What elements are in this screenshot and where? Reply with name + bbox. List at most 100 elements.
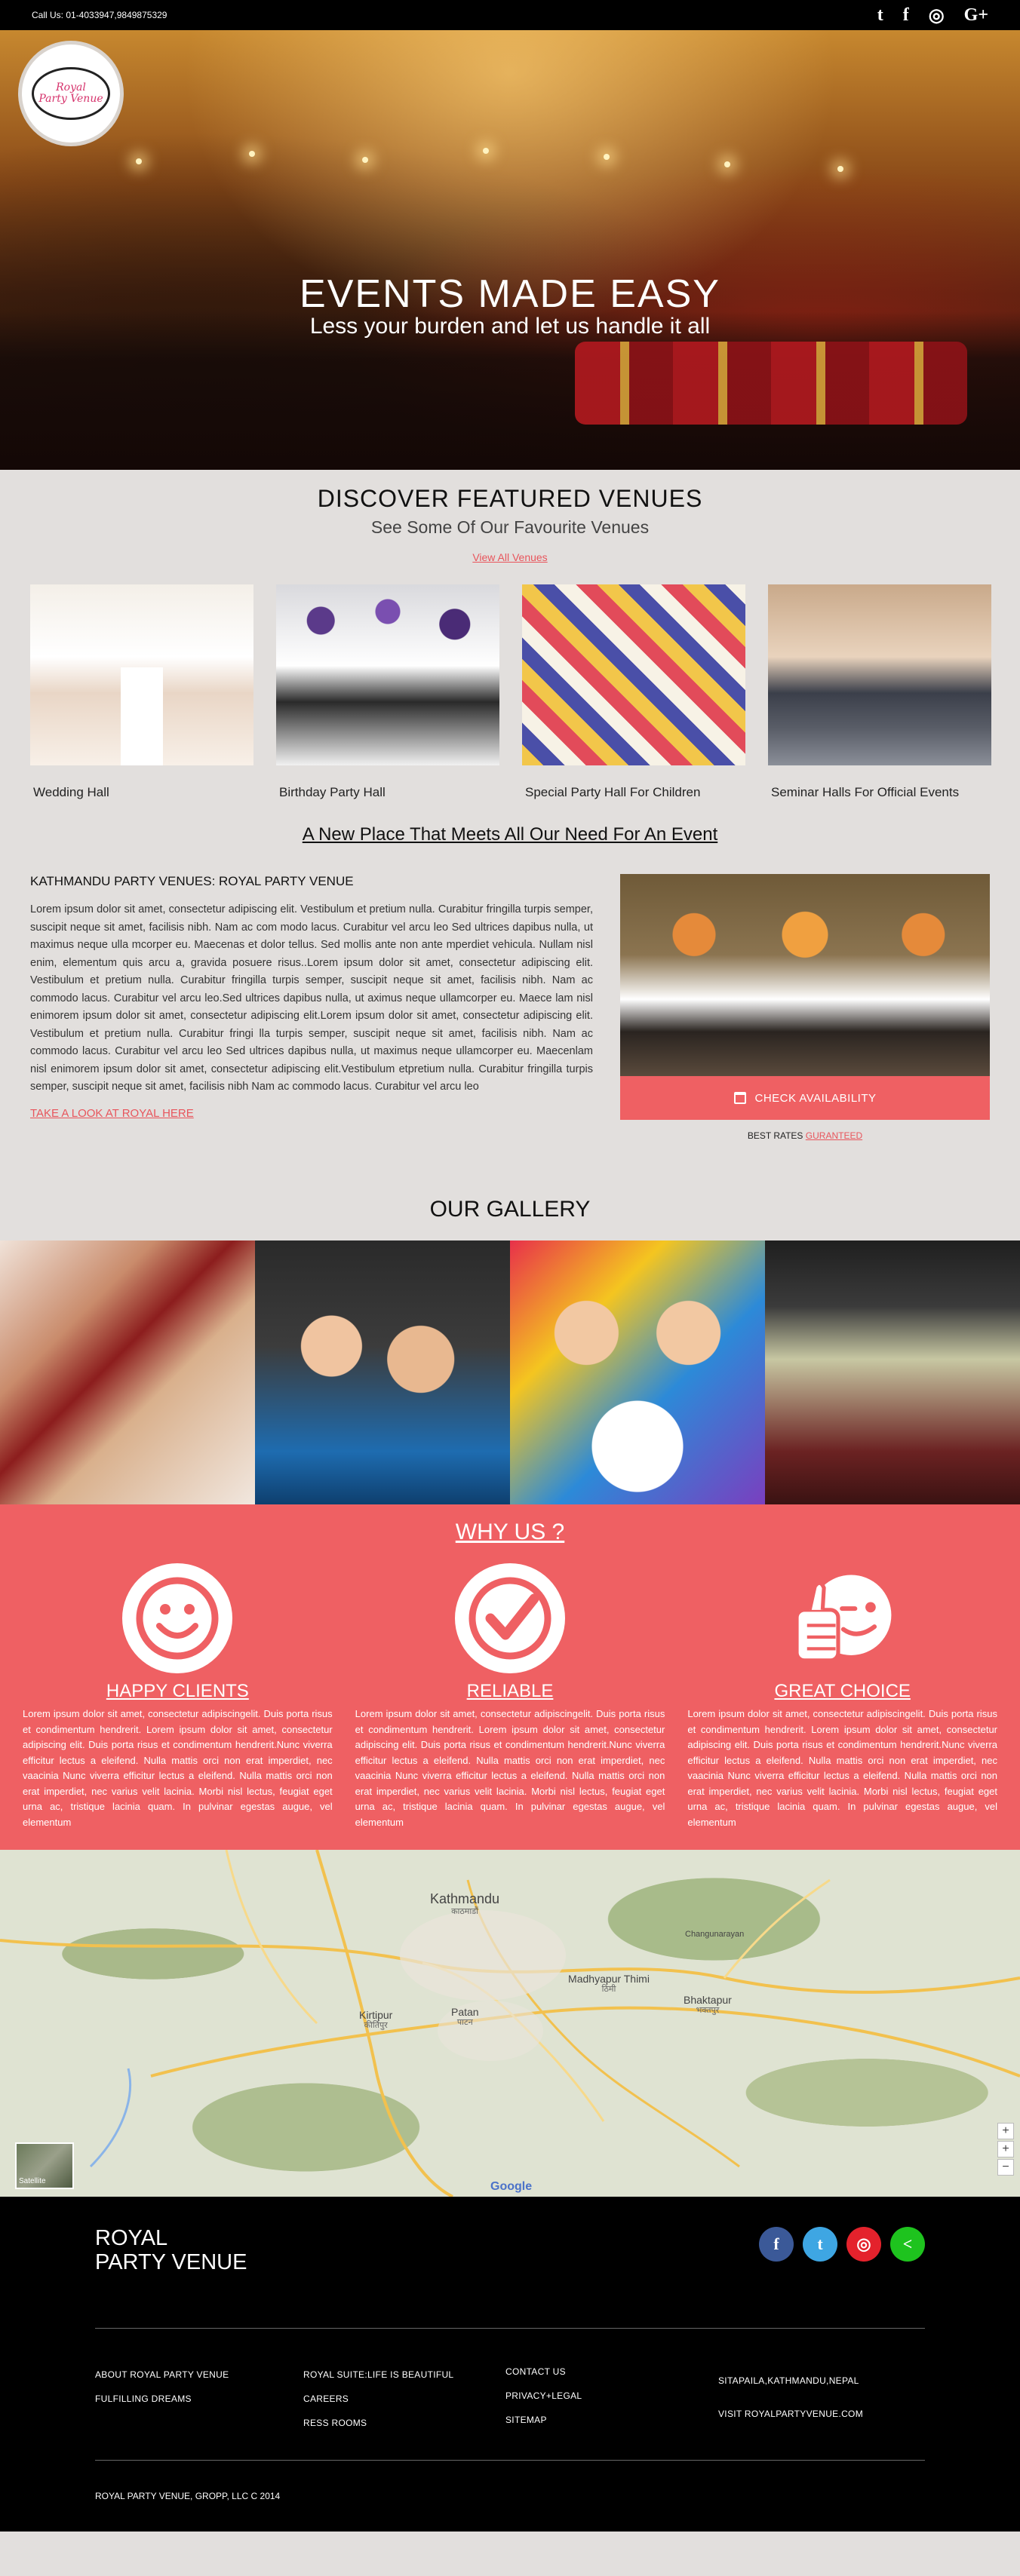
google-plus-icon[interactable]: G+ bbox=[964, 5, 988, 26]
map-label-bhaktapur: Bhaktapur भक्तपुर bbox=[684, 1994, 732, 2016]
google-logo: Google bbox=[490, 2180, 533, 2193]
gallery-image-wedding-hands[interactable] bbox=[0, 1240, 255, 1504]
footer-col-address: SITAPAILA,KATHMANDU,NEPAL VISIT ROYALPAR… bbox=[718, 2366, 863, 2428]
venue-card[interactable]: Special Party Hall For Children bbox=[522, 584, 745, 800]
about-section: KATHMANDU PARTY VENUES: ROYAL PARTY VENU… bbox=[0, 874, 1020, 1141]
venue-list: Wedding Hall Birthday Party Hall Special… bbox=[0, 584, 1020, 800]
patan-name: Patan bbox=[451, 2006, 479, 2018]
instagram-icon[interactable]: ◎ bbox=[929, 5, 945, 26]
satellite-toggle[interactable]: Satellite bbox=[15, 2142, 74, 2189]
top-social-links: t f ◎ G+ bbox=[877, 5, 988, 26]
why-item-title: HAPPY CLIENTS bbox=[106, 1681, 249, 1701]
venue-label[interactable]: Wedding Hall bbox=[30, 785, 253, 800]
footer-link-rooms[interactable]: RESS ROOMS bbox=[303, 2418, 505, 2428]
venue-label[interactable]: Special Party Hall For Children bbox=[522, 785, 745, 800]
why-item-title: GREAT CHOICE bbox=[774, 1681, 911, 1701]
footer-link-careers[interactable]: CAREERS bbox=[303, 2394, 505, 2404]
footer-link-website[interactable]: VISIT ROYALPARTYVENUE.COM bbox=[718, 2409, 863, 2419]
about-title: KATHMANDU PARTY VENUES: ROYAL PARTY VENU… bbox=[30, 874, 354, 888]
map-label-madhyapur: Madhyapur Thimi ठिमी bbox=[567, 1973, 650, 1994]
location-map[interactable]: Kathmandu काठमाडौं Kirtipur कीर्तिपुर Pa… bbox=[0, 1850, 1020, 2197]
bhaktapur-name-np: भक्तपुर bbox=[696, 2006, 720, 2016]
site-footer: ROYAL PARTY VENUE f t ◎ < ABOUT ROYAL PA… bbox=[0, 2197, 1020, 2532]
new-place-section: A New Place That Meets All Our Need For … bbox=[0, 824, 1020, 845]
facebook-icon[interactable]: f bbox=[903, 5, 909, 26]
hero-banner: Royal Party Venue EVENTS MADE EASY Less … bbox=[0, 30, 1020, 470]
footer-address: SITAPAILA,KATHMANDU,NEPAL bbox=[718, 2375, 859, 2386]
twitter-icon[interactable]: t bbox=[877, 5, 883, 26]
share-icon[interactable]: < bbox=[890, 2227, 925, 2262]
kirtipur-name: Kirtipur bbox=[359, 2009, 393, 2021]
footer-link-dreams[interactable]: FULFILLING DREAMS bbox=[95, 2394, 303, 2404]
footer-social-links: f t ◎ < bbox=[759, 2227, 925, 2262]
footer-link-about[interactable]: ABOUT ROYAL PARTY VENUE bbox=[95, 2369, 303, 2380]
gallery-images bbox=[0, 1240, 1020, 1504]
zoom-out-button[interactable]: − bbox=[997, 2159, 1014, 2176]
footer-link-privacy[interactable]: PRIVACY+LEGAL bbox=[505, 2390, 718, 2401]
venue-label[interactable]: Birthday Party Hall bbox=[276, 785, 499, 800]
facebook-icon[interactable]: f bbox=[759, 2227, 794, 2262]
footer-col-about: ABOUT ROYAL PARTY VENUE FULFILLING DREAM… bbox=[95, 2366, 303, 2428]
footer-links: ABOUT ROYAL PARTY VENUE FULFILLING DREAM… bbox=[95, 2366, 925, 2428]
check-availability-button[interactable]: CHECK AVAILABILITY bbox=[620, 1076, 990, 1120]
thumbs-up-wink-icon bbox=[788, 1563, 898, 1673]
gallery-image-kids-birthday[interactable] bbox=[510, 1240, 765, 1504]
zoom-in-button[interactable]: + bbox=[997, 2123, 1014, 2139]
hero-title: EVENTS MADE EASY bbox=[300, 272, 720, 316]
gallery-image-party-friends[interactable] bbox=[255, 1240, 510, 1504]
venue-card[interactable]: Wedding Hall bbox=[30, 584, 253, 800]
footer-col-suite: ROYAL SUITE:LIFE IS BEAUTIFUL CAREERS RE… bbox=[303, 2366, 505, 2428]
why-item-title: RELIABLE bbox=[466, 1681, 554, 1701]
logo-badge: Royal Party Venue bbox=[32, 67, 110, 120]
footer-top: ROYAL PARTY VENUE f t ◎ < bbox=[95, 2226, 925, 2275]
banquet-photo bbox=[620, 874, 990, 1076]
why-item: RELIABLE Lorem ipsum dolor sit amet, con… bbox=[355, 1563, 665, 1830]
why-us-title: WHY US ? bbox=[455, 1520, 565, 1544]
madhyapur-name-np: ठिमी bbox=[601, 1985, 616, 1995]
venue-image[interactable] bbox=[768, 584, 991, 765]
venue-image[interactable] bbox=[276, 584, 499, 765]
kirtipur-name-np: कीर्तिपुर bbox=[364, 2021, 388, 2031]
madhyapur-name: Madhyapur Thimi bbox=[568, 1973, 650, 1985]
why-item-text: Lorem ipsum dolor sit amet, consectetur … bbox=[355, 1708, 665, 1828]
footer-link-suite[interactable]: ROYAL SUITE:LIFE IS BEAUTIFUL bbox=[303, 2369, 505, 2380]
patan-name-np: पाटन bbox=[456, 2018, 473, 2028]
best-rates-note: BEST RATES GURANTEED bbox=[620, 1130, 990, 1141]
instagram-icon[interactable]: ◎ bbox=[846, 2227, 881, 2262]
gallery-image-seminar[interactable] bbox=[765, 1240, 1020, 1504]
footer-brand-line2: PARTY VENUE bbox=[95, 2249, 247, 2274]
hero-subtitle: Less your burden and let us handle it al… bbox=[309, 314, 711, 339]
featured-subtitle: See Some Of Our Favourite Venues bbox=[370, 517, 650, 537]
site-logo[interactable]: Royal Party Venue bbox=[18, 41, 124, 146]
calendar-icon bbox=[733, 1092, 746, 1104]
footer-brand: ROYAL PARTY VENUE bbox=[95, 2226, 247, 2275]
venue-image[interactable] bbox=[522, 584, 745, 765]
why-item: HAPPY CLIENTS Lorem ipsum dolor sit amet… bbox=[23, 1563, 333, 1830]
zoom-in-button-2[interactable]: + bbox=[997, 2141, 1014, 2157]
venue-card[interactable]: Birthday Party Hall bbox=[276, 584, 499, 800]
venue-card[interactable]: Seminar Halls For Official Events bbox=[768, 584, 991, 800]
new-place-headline: A New Place That Meets All Our Need For … bbox=[302, 824, 718, 845]
featured-venues: DISCOVER FEATURED VENUES See Some Of Our… bbox=[0, 470, 1020, 800]
kathmandu-name: Kathmandu bbox=[430, 1891, 500, 1906]
venue-image[interactable] bbox=[30, 584, 253, 765]
why-us-columns: HAPPY CLIENTS Lorem ipsum dolor sit amet… bbox=[23, 1563, 997, 1830]
bhaktapur-name: Bhaktapur bbox=[684, 1994, 732, 2006]
map-roads bbox=[0, 1850, 1020, 2197]
footer-link-sitemap[interactable]: SITEMAP bbox=[505, 2415, 718, 2425]
about-body: Lorem ipsum dolor sit amet, consectetur … bbox=[30, 903, 593, 1093]
gallery-section: OUR GALLERY bbox=[0, 1197, 1020, 1504]
twitter-icon[interactable]: t bbox=[803, 2227, 837, 2262]
view-all-venues-link[interactable]: View All Venues bbox=[472, 551, 547, 563]
footer-link-contact[interactable]: CONTACT US bbox=[505, 2366, 718, 2377]
changunarayan-name: Changunarayan bbox=[685, 1930, 745, 1939]
venue-label[interactable]: Seminar Halls For Official Events bbox=[768, 785, 991, 800]
why-item-text: Lorem ipsum dolor sit amet, consectetur … bbox=[687, 1708, 998, 1828]
guaranteed-link[interactable]: GURANTEED bbox=[806, 1130, 862, 1141]
footer-col-contact: CONTACT US PRIVACY+LEGAL SITEMAP bbox=[505, 2366, 718, 2428]
why-item: GREAT CHOICE Lorem ipsum dolor sit amet,… bbox=[687, 1563, 997, 1830]
take-a-look-link[interactable]: TAKE A LOOK AT ROYAL HERE bbox=[30, 1107, 194, 1120]
featured-title: DISCOVER FEATURED VENUES bbox=[317, 485, 703, 512]
hero-lights bbox=[0, 143, 1020, 173]
footer-divider bbox=[95, 2459, 925, 2461]
